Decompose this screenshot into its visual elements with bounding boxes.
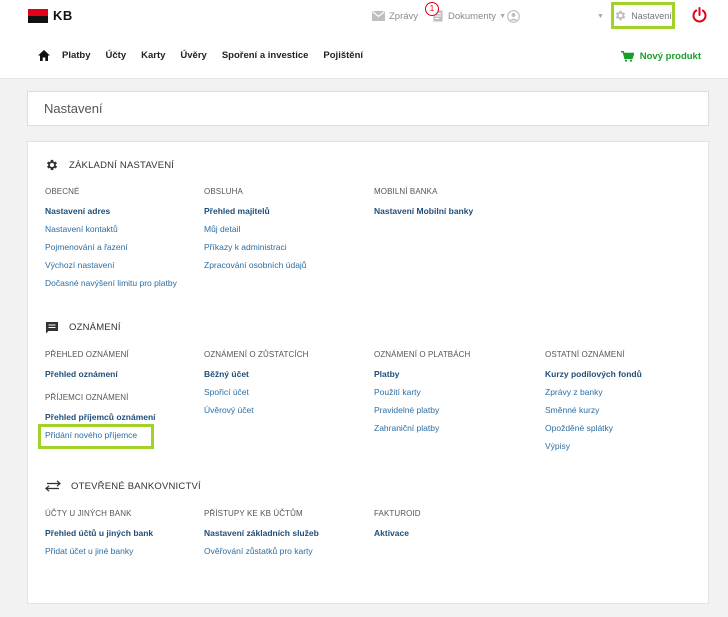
link-muj-detail[interactable]: Můj detail (204, 224, 240, 234)
link-aktivace[interactable]: Aktivace (374, 528, 409, 538)
link-overovani-zustatku[interactable]: Ověřování zůstatků pro karty (204, 546, 313, 556)
link-prikazy-administraci[interactable]: Příkazy k administraci (204, 242, 287, 252)
section-notifications-heading: OZNÁMENÍ (45, 321, 121, 334)
link-pravidelne-platby[interactable]: Pravidelné platby (374, 405, 439, 415)
brand-name: KB (53, 8, 73, 23)
messages-label: Zprávy (389, 10, 419, 22)
documents-badge: 1 (425, 2, 439, 16)
link-prehled-oznameni[interactable]: Přehled oznámení (45, 369, 118, 379)
nav-item-ucty[interactable]: Účty (106, 50, 127, 61)
documents-link[interactable]: Dokumenty ▼ (433, 6, 506, 26)
chevron-down-icon: ▼ (499, 12, 506, 20)
section-title: ZÁKLADNÍ NASTAVENÍ (69, 159, 175, 171)
home-icon[interactable] (38, 50, 50, 61)
column-heading: OSTATNÍ OZNÁMENÍ (545, 350, 625, 359)
top-bar: KB Zprávy Dokumenty ▼ 1 ▼ Nastavení (0, 0, 728, 38)
page-title: Nastavení (44, 101, 103, 116)
messages-link[interactable]: Zprávy (372, 6, 418, 26)
power-icon (692, 7, 707, 23)
settings-link[interactable]: Nastavení (611, 2, 675, 29)
settings-panel: ZÁKLADNÍ NASTAVENÍ OBECNÉ Nastavení adre… (27, 141, 709, 604)
section-basic-heading: ZÁKLADNÍ NASTAVENÍ (45, 158, 174, 172)
link-prehled-majitelu[interactable]: Přehled majitelů (204, 206, 270, 216)
gear-icon (616, 10, 626, 21)
nav-items: Platby Účty Karty Úvěry Spoření a invest… (38, 50, 378, 61)
kb-logo[interactable]: KB (28, 8, 73, 23)
link-nastaveni-adres[interactable]: Nastavení adres (45, 206, 110, 216)
link-prehled-uctu-jinych-bank[interactable]: Přehled účtů u jiných bank (45, 528, 153, 538)
content-area: Nastavení ZÁKLADNÍ NASTAVENÍ OBECNÉ Nast… (0, 79, 728, 617)
link-nastaveni-kontaktu[interactable]: Nastavení kontaktů (45, 224, 118, 234)
link-uverovy-ucet[interactable]: Úvěrový účet (204, 405, 254, 415)
column-heading: PŘÍSTUPY KE KB ÚČTŮM (204, 509, 303, 518)
column-heading: PŘEHLED OZNÁMENÍ (45, 350, 129, 359)
link-zpracovani-udaju[interactable]: Zpracování osobních údajů (204, 260, 307, 270)
link-prehled-prijemcu[interactable]: Přehled příjemců oznámení (45, 412, 156, 422)
link-bezny-ucet[interactable]: Běžný účet (204, 369, 249, 379)
gear-icon (46, 159, 58, 171)
cart-icon (620, 51, 634, 62)
link-smenne-kurzy[interactable]: Směnné kurzy (545, 405, 599, 415)
settings-label: Nastavení (631, 10, 672, 21)
nav-item-uvery[interactable]: Úvěry (180, 50, 206, 61)
link-zahranicni-platby[interactable]: Zahraniční platby (374, 423, 439, 433)
user-icon (507, 9, 520, 23)
column-heading: OBECNÉ (45, 187, 80, 196)
highlight-box (38, 424, 154, 449)
nav-item-karty[interactable]: Karty (141, 50, 165, 61)
kb-logo-mark (28, 8, 48, 23)
message-icon (46, 322, 58, 334)
section-openbanking-heading: OTEVŘENÉ BANKOVNICTVÍ (45, 480, 201, 492)
nav-item-platby[interactable]: Platby (62, 50, 91, 61)
link-pridat-ucet[interactable]: Přidat účet u jiné banky (45, 546, 133, 556)
column-heading: OZNÁMENÍ O PLATBÁCH (374, 350, 471, 359)
envelope-icon (372, 11, 385, 21)
section-title: OTEVŘENÉ BANKOVNICTVÍ (71, 480, 201, 492)
new-product-button[interactable]: Nový produkt (620, 51, 701, 62)
profile-menu[interactable] (507, 6, 520, 26)
link-kurzy-fondu[interactable]: Kurzy podílových fondů (545, 369, 642, 379)
link-platby[interactable]: Platby (374, 369, 400, 379)
link-vypisy[interactable]: Výpisy (545, 441, 570, 451)
link-docasne-navyseni[interactable]: Dočasné navýšení limitu pro platby (45, 278, 177, 288)
column-heading: FAKTUROID (374, 509, 421, 518)
profile-chevron[interactable]: ▼ (594, 6, 604, 26)
link-mobilni-banka[interactable]: Nastavení Mobilní banky (374, 206, 473, 216)
nav-item-sporeni[interactable]: Spoření a investice (222, 50, 309, 61)
column-heading: OBSLUHA (204, 187, 243, 196)
link-opozdene-splatky[interactable]: Opožděné splátky (545, 423, 613, 433)
main-nav: Platby Účty Karty Úvěry Spoření a invest… (0, 38, 728, 79)
column-heading: ÚČTY U JINÝCH BANK (45, 509, 132, 518)
link-nastaveni-sluzeb[interactable]: Nastavení základních služeb (204, 528, 319, 538)
column-heading: OZNÁMENÍ O ZŮSTATCÍCH (204, 350, 309, 359)
new-product-label: Nový produkt (639, 51, 701, 62)
column-heading: MOBILNÍ BANKA (374, 187, 438, 196)
link-vychozi-nastaveni[interactable]: Výchozí nastavení (45, 260, 114, 270)
link-pouziti-karty[interactable]: Použití karty (374, 387, 421, 397)
page-title-box: Nastavení (27, 91, 709, 126)
link-sporici-ucet[interactable]: Spořicí účet (204, 387, 249, 397)
link-pojmenovani-razeni[interactable]: Pojmenování a řazení (45, 242, 128, 252)
nav-item-pojisteni[interactable]: Pojištění (323, 50, 363, 61)
column-heading: PŘÍJEMCI OZNÁMENÍ (45, 393, 129, 402)
logout-button[interactable] (692, 7, 707, 28)
transfer-arrows-icon (45, 480, 61, 492)
chevron-down-icon: ▼ (597, 12, 604, 20)
documents-label: Dokumenty (448, 10, 497, 22)
section-title: OZNÁMENÍ (69, 322, 121, 333)
link-zpravy-z-banky[interactable]: Zprávy z banky (545, 387, 603, 397)
